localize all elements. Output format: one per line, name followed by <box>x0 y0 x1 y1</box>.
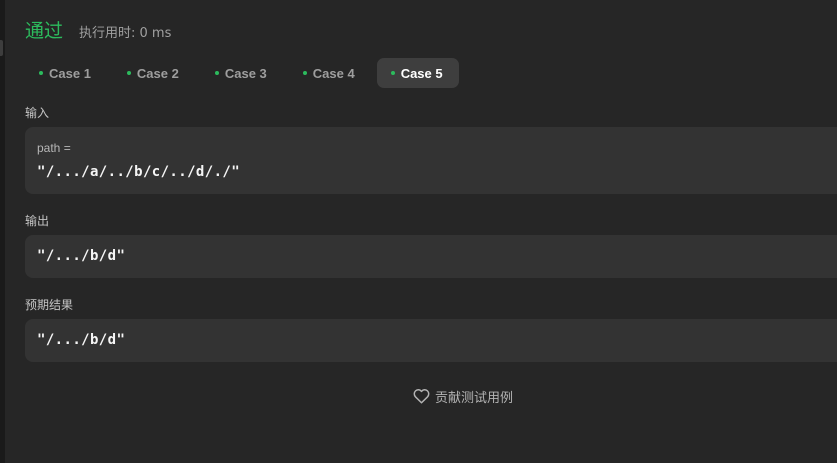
passed-dot-icon <box>214 71 219 75</box>
passed-dot-icon <box>390 71 395 75</box>
contribute-testcase-button[interactable]: 贡献测试用例 <box>413 385 513 407</box>
tab-label: Case 2 <box>136 65 179 81</box>
output-label: 输出 <box>25 214 50 228</box>
resize-handle[interactable] <box>0 40 3 56</box>
passed-dot-icon <box>39 71 43 75</box>
input-variable-name: path = <box>37 141 71 155</box>
tab-label: Case 3 <box>224 65 267 81</box>
case-tabs: Case 1 Case 2 Case 3 Case 4 Case 5 <box>25 58 459 88</box>
test-result-panel: 通过 执行用时: 0 ms Case 1 Case 2 Case 3 Case … <box>5 0 837 463</box>
tab-label: Case 4 <box>312 65 355 81</box>
heart-icon <box>413 388 430 404</box>
input-value: "/.../a/../b/c/../d/./" <box>37 164 241 180</box>
runtime-text: 执行用时: 0 ms <box>79 26 172 41</box>
passed-dot-icon <box>302 71 307 75</box>
output-box[interactable]: "/.../b/d" <box>25 235 837 278</box>
tab-label: Case 1 <box>49 65 91 81</box>
input-label: 输入 <box>25 106 50 120</box>
tab-case-2[interactable]: Case 2 <box>113 58 195 88</box>
input-box[interactable]: path = "/.../a/../b/c/../d/./" <box>25 127 837 194</box>
tab-case-3[interactable]: Case 3 <box>201 58 283 88</box>
passed-dot-icon <box>126 71 131 75</box>
contribute-label: 贡献测试用例 <box>435 390 514 406</box>
tab-label: Case 5 <box>400 65 443 81</box>
result-header: 通过 执行用时: 0 ms <box>25 16 171 42</box>
tab-case-1[interactable]: Case 1 <box>25 58 107 88</box>
output-value: "/.../b/d" <box>37 248 126 264</box>
expected-box[interactable]: "/.../b/d" <box>25 319 837 362</box>
expected-value: "/.../b/d" <box>37 332 126 348</box>
tab-case-5[interactable]: Case 5 <box>376 58 459 88</box>
status-accepted: 通过 <box>25 20 64 42</box>
tab-case-4[interactable]: Case 4 <box>289 58 371 88</box>
expected-label: 预期结果 <box>25 298 74 312</box>
